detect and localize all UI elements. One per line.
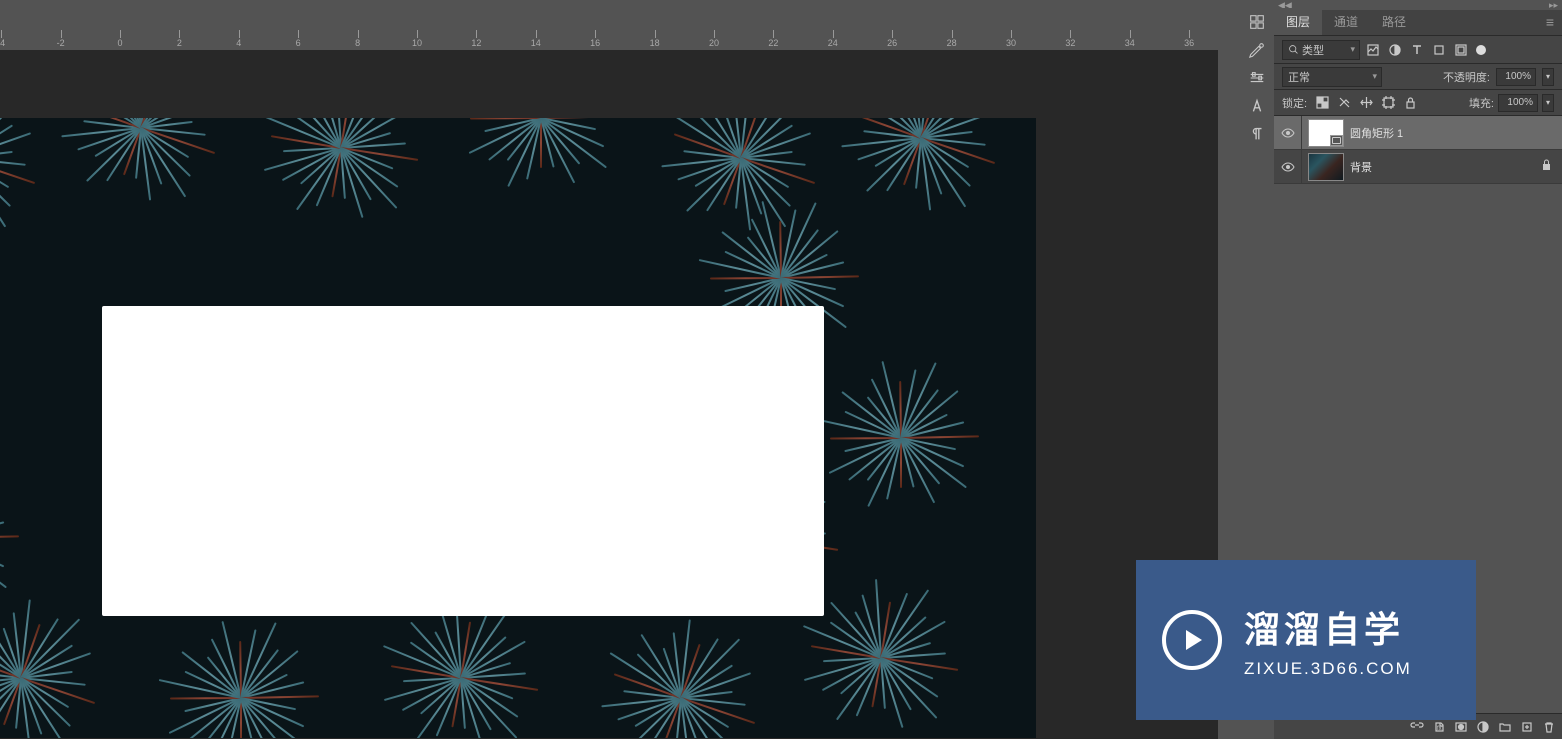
paragraph-panel-icon[interactable] xyxy=(1240,120,1274,148)
layer-thumbnail[interactable] xyxy=(1308,119,1344,147)
lock-position-icon[interactable] xyxy=(1357,94,1375,112)
layer-mask-icon[interactable] xyxy=(1454,720,1468,734)
new-adjustment-layer-icon[interactable] xyxy=(1476,720,1490,734)
canvas-area[interactable] xyxy=(0,50,1218,739)
layer-name-label[interactable]: 背景 xyxy=(1350,159,1372,175)
opacity-label: 不透明度: xyxy=(1443,69,1490,85)
new-group-icon[interactable] xyxy=(1498,720,1512,734)
lock-transparency-icon[interactable] xyxy=(1313,94,1331,112)
filter-type-text-icon[interactable] xyxy=(1408,41,1426,59)
layer-visibility-toggle[interactable] xyxy=(1274,150,1302,183)
filter-adjustment-icon[interactable] xyxy=(1386,41,1404,59)
rounded-rectangle-shape[interactable] xyxy=(102,306,824,616)
brush-tool-icon[interactable] xyxy=(1240,36,1274,64)
layer-list: 圆角矩形 1 背景 xyxy=(1274,116,1562,184)
layer-style-icon[interactable]: fx xyxy=(1432,720,1446,734)
layer-filter-row: 类型 xyxy=(1274,36,1562,64)
lock-icon xyxy=(1541,159,1552,174)
toolbar-group-label xyxy=(1240,0,1274,8)
link-layers-icon[interactable] xyxy=(1410,720,1424,734)
lock-pixels-icon[interactable] xyxy=(1335,94,1353,112)
blend-mode-select[interactable]: 正常 xyxy=(1282,67,1382,87)
lock-artboard-icon[interactable] xyxy=(1379,94,1397,112)
watermark-logo-icon xyxy=(1160,608,1224,672)
swatches-icon[interactable] xyxy=(1240,8,1274,36)
horizontal-ruler: -4-2024681012141618202224262830323436384… xyxy=(0,30,1218,50)
panel-menu-icon[interactable]: ≡ xyxy=(1538,9,1562,35)
layer-name-label[interactable]: 圆角矩形 1 xyxy=(1350,125,1403,141)
filter-pixel-icon[interactable] xyxy=(1364,41,1382,59)
filter-shape-icon[interactable] xyxy=(1430,41,1448,59)
layer-visibility-toggle[interactable] xyxy=(1274,116,1302,149)
tab-layers[interactable]: 图层 xyxy=(1274,8,1322,35)
blend-mode-row: 正常 不透明度: 100% ▾ xyxy=(1274,64,1562,90)
layer-thumbnail[interactable] xyxy=(1308,153,1344,181)
filter-type-label: 类型 xyxy=(1302,42,1324,58)
layer-row[interactable]: 圆角矩形 1 xyxy=(1274,116,1562,150)
document-canvas[interactable] xyxy=(0,118,1036,738)
lock-row: 锁定: 填充: 100% ▾ xyxy=(1274,90,1562,116)
tab-paths[interactable]: 路径 xyxy=(1370,8,1418,35)
filter-toggle-switch[interactable] xyxy=(1476,45,1486,55)
layer-row[interactable]: 背景 xyxy=(1274,150,1562,184)
watermark-title: 溜溜自学 xyxy=(1244,601,1412,653)
lock-label: 锁定: xyxy=(1282,95,1307,111)
filter-type-select[interactable]: 类型 xyxy=(1282,40,1360,60)
opacity-value[interactable]: 100% xyxy=(1496,68,1536,86)
watermark-overlay: 溜溜自学 ZIXUE.3D66.COM xyxy=(1136,560,1476,720)
blend-mode-value: 正常 xyxy=(1288,69,1310,85)
panel-tabs: 图层 通道 路径 ≡ xyxy=(1274,10,1562,36)
svg-text:fx: fx xyxy=(1437,726,1442,732)
adjustments-icon[interactable] xyxy=(1240,64,1274,92)
fill-dropdown-icon[interactable]: ▾ xyxy=(1542,94,1554,112)
collapsed-toolbar xyxy=(1240,0,1274,250)
delete-layer-icon[interactable] xyxy=(1542,720,1556,734)
opacity-dropdown-icon[interactable]: ▾ xyxy=(1542,68,1554,86)
lock-all-icon[interactable] xyxy=(1401,94,1419,112)
tab-channels[interactable]: 通道 xyxy=(1322,8,1370,35)
menu-strip xyxy=(0,0,1218,20)
watermark-subtitle: ZIXUE.3D66.COM xyxy=(1244,659,1412,679)
character-panel-icon[interactable] xyxy=(1240,92,1274,120)
new-layer-icon[interactable] xyxy=(1520,720,1534,734)
fill-label: 填充: xyxy=(1469,95,1494,111)
fill-value[interactable]: 100% xyxy=(1498,94,1538,112)
filter-smartobject-icon[interactable] xyxy=(1452,41,1470,59)
